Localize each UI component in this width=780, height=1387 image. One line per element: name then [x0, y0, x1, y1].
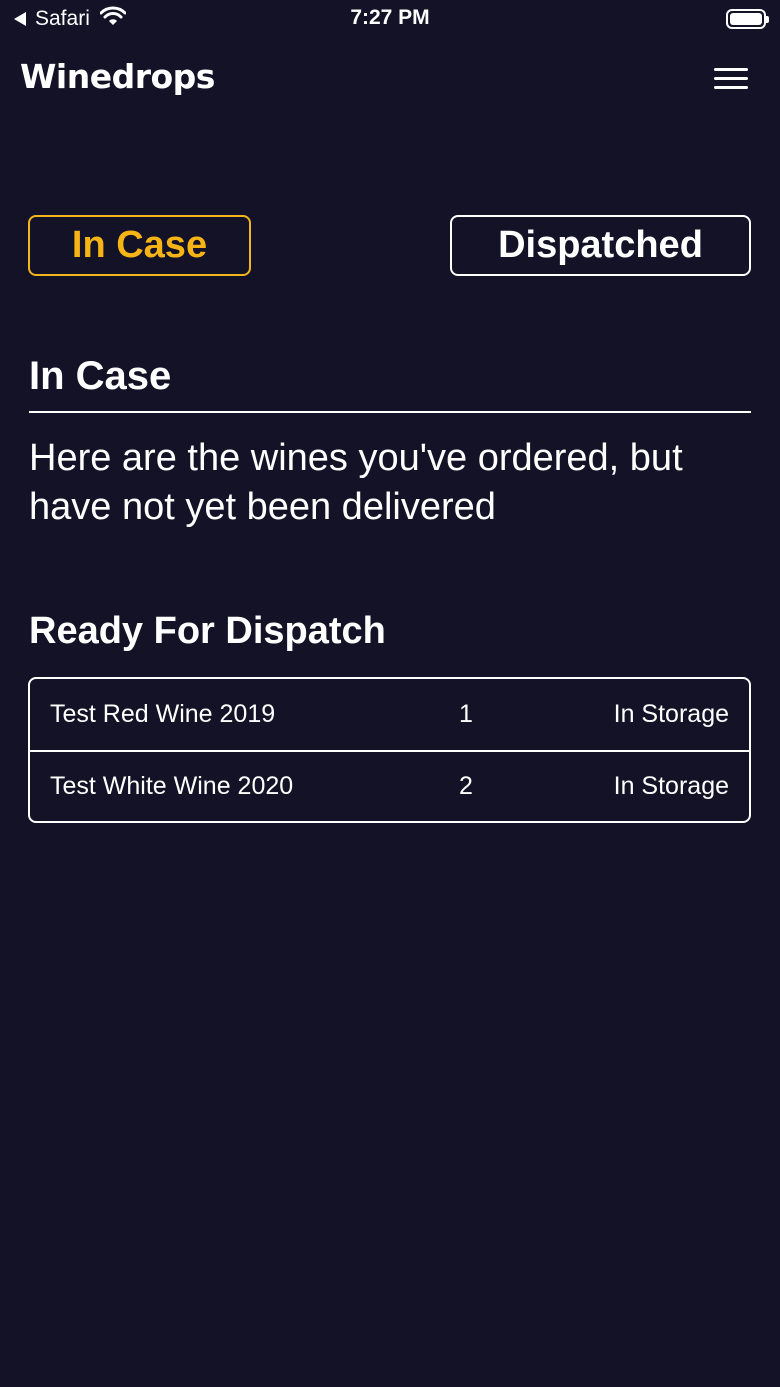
hamburger-menu-icon[interactable] [710, 66, 750, 94]
status-bar: Safari 7:27 PM [0, 0, 780, 40]
screen: Safari 7:27 PM Winedrops In Case Dispatc… [0, 0, 780, 1387]
section-divider [29, 411, 751, 413]
wine-status: In Storage [613, 700, 729, 728]
status-time: 7:27 PM [350, 6, 430, 29]
battery-icon [726, 9, 769, 29]
wine-name: Test Red Wine 2019 [50, 700, 276, 728]
wine-quantity: 2 [459, 772, 473, 800]
ready-for-dispatch-heading: Ready For Dispatch [29, 610, 386, 652]
app-logo[interactable]: Winedrops [20, 57, 215, 96]
tab-dispatched[interactable]: Dispatched [450, 215, 751, 276]
tab-in-case[interactable]: In Case [28, 215, 251, 276]
table-row[interactable]: Test Red Wine 2019 1 In Storage [30, 679, 749, 750]
table-row[interactable]: Test White Wine 2020 2 In Storage [30, 750, 749, 821]
section-title: In Case [29, 354, 172, 398]
wine-name: Test White Wine 2020 [50, 772, 294, 800]
section-description: Here are the wines you've ordered, but h… [29, 437, 683, 528]
wine-status: In Storage [613, 772, 729, 800]
wine-table: Test Red Wine 2019 1 In Storage Test Whi… [28, 677, 751, 823]
wine-quantity: 1 [459, 700, 473, 728]
